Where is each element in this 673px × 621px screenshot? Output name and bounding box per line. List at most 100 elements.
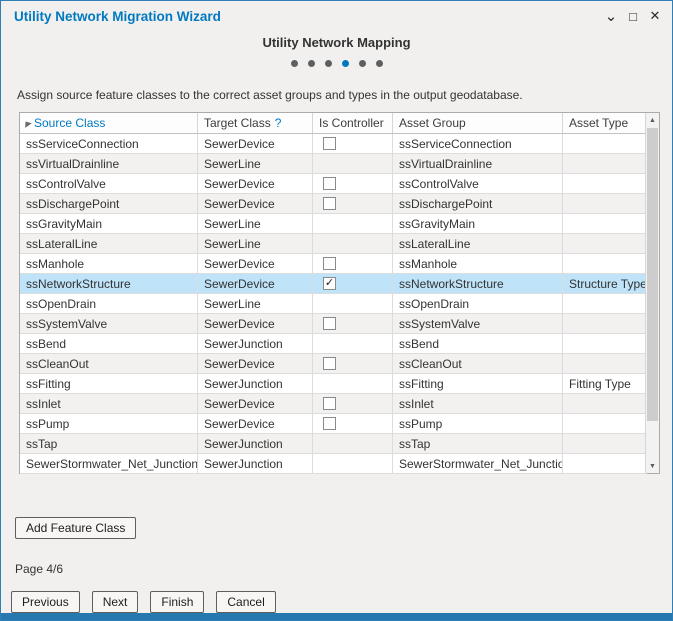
cell-asset-group[interactable]: ssTap [393, 434, 563, 453]
cell-asset-group[interactable]: ssControlValve [393, 174, 563, 193]
cell-target-class[interactable]: SewerDevice [198, 354, 313, 373]
cell-asset-type[interactable]: Structure Type [563, 274, 647, 293]
cell-is-controller[interactable] [313, 434, 393, 453]
table-row[interactable]: ssPump SewerDevice ssPump [20, 414, 647, 434]
cell-asset-type[interactable] [563, 294, 647, 313]
scroll-down-icon[interactable]: ▼ [646, 459, 659, 473]
cell-asset-group[interactable]: ssSystemValve [393, 314, 563, 333]
cell-asset-group[interactable]: ssOpenDrain [393, 294, 563, 313]
cell-source-class[interactable]: ssPump [20, 414, 198, 433]
cell-is-controller[interactable] [313, 294, 393, 313]
cell-target-class[interactable]: SewerLine [198, 294, 313, 313]
cell-asset-group[interactable]: ssInlet [393, 394, 563, 413]
table-row[interactable]: ssControlValve SewerDevice ssControlValve [20, 174, 647, 194]
cell-asset-group[interactable]: ssGravityMain [393, 214, 563, 233]
cell-asset-group[interactable]: SewerStormwater_Net_Junctions [393, 454, 563, 473]
table-row[interactable]: ssNetworkStructure SewerDevice ✓ ssNetworkS… [20, 274, 647, 294]
cell-target-class[interactable]: SewerJunction [198, 434, 313, 453]
cell-source-class[interactable]: ssOpenDrain [20, 294, 198, 313]
cell-asset-type[interactable] [563, 354, 647, 373]
cell-asset-group[interactable]: ssFitting [393, 374, 563, 393]
cell-asset-group[interactable]: ssServiceConnection [393, 134, 563, 153]
cell-source-class[interactable]: ssBend [20, 334, 198, 353]
cell-asset-group[interactable]: ssBend [393, 334, 563, 353]
cell-source-class[interactable]: ssControlValve [20, 174, 198, 193]
cell-is-controller[interactable] [313, 454, 393, 473]
table-row[interactable]: ssOpenDrain SewerLine ssOpenDrain [20, 294, 647, 314]
cell-source-class[interactable]: ssVirtualDrainline [20, 154, 198, 173]
is-controller-checkbox[interactable] [323, 177, 336, 190]
cell-target-class[interactable]: SewerDevice [198, 194, 313, 213]
cell-is-controller[interactable] [313, 174, 393, 193]
table-row[interactable]: ssDischargePoint SewerDevice ssDischargePo… [20, 194, 647, 214]
is-controller-checkbox[interactable] [323, 397, 336, 410]
column-header-target-class[interactable]: Target Class ? [198, 113, 313, 133]
close-icon[interactable]: ✕ [644, 4, 666, 28]
cell-source-class[interactable]: SewerStormwater_Net_Junctions [20, 454, 198, 473]
cell-target-class[interactable]: SewerDevice [198, 414, 313, 433]
table-row[interactable]: ssFitting SewerJunction ssFitting Fitting T… [20, 374, 647, 394]
cell-asset-type[interactable] [563, 454, 647, 473]
scrollbar-thumb[interactable] [647, 128, 658, 421]
maximize-icon[interactable]: □ [622, 4, 644, 28]
table-row[interactable]: ssTap SewerJunction ssTap [20, 434, 647, 454]
cell-target-class[interactable]: SewerDevice [198, 314, 313, 333]
cell-is-controller[interactable] [313, 414, 393, 433]
cell-asset-type[interactable] [563, 214, 647, 233]
column-header-asset-type[interactable]: Asset Type [563, 113, 647, 133]
cell-asset-group[interactable]: ssPump [393, 414, 563, 433]
cell-asset-type[interactable] [563, 434, 647, 453]
cell-asset-type[interactable] [563, 234, 647, 253]
cell-target-class[interactable]: SewerDevice [198, 134, 313, 153]
add-feature-class-button[interactable]: Add Feature Class [15, 517, 137, 539]
table-row[interactable]: ssGravityMain SewerLine ssGravityMain [20, 214, 647, 234]
vertical-scrollbar[interactable]: ▲ ▼ [645, 113, 659, 473]
cell-asset-type[interactable] [563, 174, 647, 193]
cell-is-controller[interactable] [313, 214, 393, 233]
cell-is-controller[interactable]: ✓ [313, 274, 393, 293]
cell-is-controller[interactable] [313, 154, 393, 173]
cell-source-class[interactable]: ssSystemValve [20, 314, 198, 333]
cell-asset-type[interactable] [563, 394, 647, 413]
cell-source-class[interactable]: ssFitting [20, 374, 198, 393]
table-row[interactable]: ssManhole SewerDevice ssManhole [20, 254, 647, 274]
table-row[interactable]: ssSystemValve SewerDevice ssSystemValve [20, 314, 647, 334]
cell-asset-type[interactable] [563, 134, 647, 153]
target-class-help-icon[interactable]: ? [275, 116, 282, 130]
cell-is-controller[interactable] [313, 134, 393, 153]
cell-target-class[interactable]: SewerLine [198, 154, 313, 173]
column-header-is-controller[interactable]: Is Controller [313, 113, 393, 133]
table-row[interactable]: ssServiceConnection SewerDevice ssServiceC… [20, 134, 647, 154]
is-controller-checkbox[interactable] [323, 417, 336, 430]
table-row[interactable]: ssBend SewerJunction ssBend [20, 334, 647, 354]
cell-asset-type[interactable] [563, 414, 647, 433]
cell-source-class[interactable]: ssGravityMain [20, 214, 198, 233]
cell-asset-type[interactable] [563, 154, 647, 173]
cell-target-class[interactable]: SewerDevice [198, 174, 313, 193]
cell-target-class[interactable]: SewerDevice [198, 274, 313, 293]
table-row[interactable]: ssVirtualDrainline SewerLine ssVirtualDrai… [20, 154, 647, 174]
cell-is-controller[interactable] [313, 314, 393, 333]
cell-asset-type[interactable]: Fitting Type [563, 374, 647, 393]
cell-target-class[interactable]: SewerJunction [198, 374, 313, 393]
scroll-up-icon[interactable]: ▲ [646, 113, 659, 127]
cell-asset-group[interactable]: ssVirtualDrainline [393, 154, 563, 173]
cell-source-class[interactable]: ssInlet [20, 394, 198, 413]
cell-target-class[interactable]: SewerJunction [198, 454, 313, 473]
column-header-source-class[interactable]: Source Class [20, 113, 198, 133]
cell-is-controller[interactable] [313, 194, 393, 213]
cell-asset-type[interactable] [563, 334, 647, 353]
previous-button[interactable]: Previous [11, 591, 80, 613]
cell-is-controller[interactable] [313, 334, 393, 353]
cell-target-class[interactable]: SewerDevice [198, 254, 313, 273]
cancel-button[interactable]: Cancel [216, 591, 276, 613]
cell-is-controller[interactable] [313, 234, 393, 253]
cell-asset-type[interactable] [563, 194, 647, 213]
cell-is-controller[interactable] [313, 254, 393, 273]
table-row[interactable]: ssInlet SewerDevice ssInlet [20, 394, 647, 414]
cell-target-class[interactable]: SewerJunction [198, 334, 313, 353]
cell-source-class[interactable]: ssTap [20, 434, 198, 453]
table-row[interactable]: ssCleanOut SewerDevice ssCleanOut [20, 354, 647, 374]
is-controller-checkbox[interactable] [323, 357, 336, 370]
cell-asset-group[interactable]: ssManhole [393, 254, 563, 273]
